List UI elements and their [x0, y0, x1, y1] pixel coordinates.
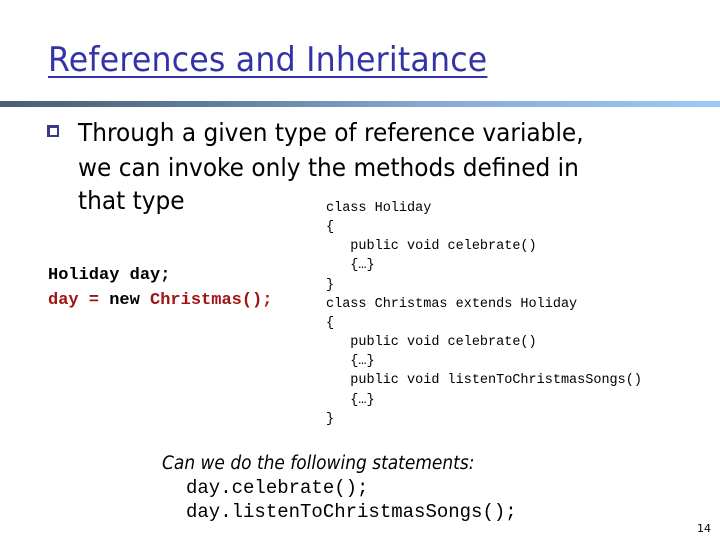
question-text: Can we do the following statements:: [162, 453, 474, 474]
bullet-text-line-3: that type: [78, 186, 185, 215]
assignment-constructor: Christmas();: [150, 291, 273, 310]
class-code-line: {…}: [326, 258, 375, 273]
class-code-line: {: [326, 220, 335, 235]
page-number: 14: [697, 522, 711, 535]
bullet-text-line-2: we can invoke only the methods defined i…: [78, 153, 579, 182]
class-code-line: public void listenToChristmasSongs(): [326, 373, 642, 388]
class-code-line: public void celebrate(): [326, 335, 537, 350]
assignment-variable: day =: [48, 291, 100, 310]
declaration-code-line: Holiday day;: [48, 266, 171, 285]
assignment-new-keyword: new: [99, 291, 151, 310]
statement-code-line: day.celebrate();: [186, 477, 369, 499]
question-label: Can we do the following statements:: [162, 453, 475, 474]
class-code-line: }: [326, 412, 335, 427]
class-code-line: }: [326, 278, 335, 293]
statement-code-line: day.listenToChristmasSongs();: [186, 501, 517, 523]
title-divider-bar: [0, 101, 720, 107]
bullet-text-line-1: Through a given type of reference variab…: [78, 118, 584, 147]
slide-title: References and Inheritance: [48, 40, 488, 80]
class-code-line: class Holiday: [326, 201, 432, 216]
hollow-square-bullet-icon: [47, 125, 59, 137]
class-code-line: {…}: [326, 393, 375, 408]
class-code-line: public void celebrate(): [326, 239, 537, 254]
class-code-line: {…}: [326, 354, 375, 369]
class-code-line: class Christmas extends Holiday: [326, 297, 578, 312]
class-code-line: {: [326, 316, 335, 331]
assignment-code-line: day = new Christmas();: [48, 291, 272, 311]
